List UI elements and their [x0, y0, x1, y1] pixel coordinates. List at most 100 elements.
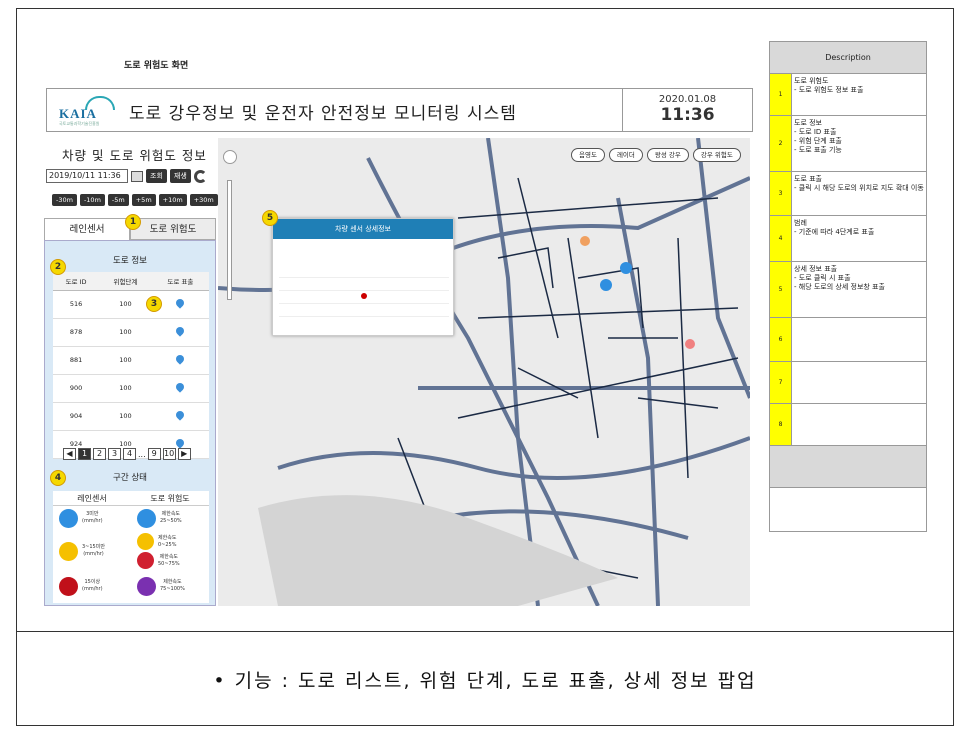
tab-road-risk[interactable]: 도로 위험도	[130, 218, 216, 240]
description-text: 도로 위험도 - 도로 위험도 정보 표출	[791, 73, 927, 116]
map-pin-icon[interactable]	[174, 297, 187, 309]
zoom-control[interactable]	[223, 150, 237, 300]
risk-level: 100	[99, 346, 152, 375]
description-num: 7	[769, 361, 792, 404]
map-roads	[218, 138, 750, 606]
description-text: 도로 정보 - 도로 ID 표출 - 위험 단계 표출 - 도로 표출 기능	[791, 115, 927, 172]
table-row[interactable]: 881 100	[53, 346, 209, 375]
road-info-title: 도로 정보	[113, 256, 147, 266]
road-id: 904	[53, 402, 100, 431]
map-button-radar[interactable]: 레이더	[608, 148, 643, 162]
risk-level: 100	[99, 374, 152, 403]
page-button[interactable]: 4	[123, 448, 136, 460]
map-pin-icon[interactable]	[174, 409, 187, 421]
left-panel: 차량 및 도로 위험도 정보 2019/10/11 11:36 조회 재생 -3…	[43, 138, 218, 606]
risk-color-dot	[137, 533, 154, 550]
page-button[interactable]: 3	[108, 448, 121, 460]
table-row[interactable]: 904 100	[53, 402, 209, 431]
legend-header-risk: 도로 위험도	[150, 494, 190, 503]
risk-label: 제한속도 25~50%	[160, 511, 182, 524]
description-text: 도로 표출 - 클릭 시 해당 도로의 위치로 지도 확대 이동	[791, 171, 927, 216]
map-pin-icon[interactable]	[174, 325, 187, 337]
feature-summary: • 기능 : 도로 리스트, 위험 단계, 도로 표출, 상세 정보 팝업	[213, 669, 757, 692]
table-row[interactable]: 900 100	[53, 374, 209, 403]
table-row[interactable]: 878 100	[53, 318, 209, 347]
map-button-rain[interactable]: 왕성 강우	[646, 148, 689, 162]
description-num: 6	[769, 317, 792, 362]
description-text	[791, 317, 927, 362]
legend: 레인센서 도로 위험도 3미만 (mm/hr) 제한속도 25~50% 3~15미…	[53, 491, 209, 603]
zoom-slider[interactable]	[227, 180, 232, 300]
legend-header-rain: 레인센서	[77, 494, 107, 503]
pagination: ◀ 1 2 3 4... 9 10 ▶	[63, 448, 191, 460]
risk-label: 제한속도 50~75%	[158, 553, 180, 567]
rain-label: 15이상 (mm/hr)	[82, 579, 103, 592]
page-button[interactable]: 10	[162, 448, 176, 460]
offset-button[interactable]: +5m	[131, 194, 156, 206]
col-risk-level: 위험단계	[99, 272, 152, 291]
badge-2: 2	[50, 259, 66, 275]
page-button[interactable]: 9	[147, 448, 161, 460]
datetime-input[interactable]: 2019/10/11 11:36	[46, 169, 128, 183]
description-num: 8	[769, 403, 792, 446]
rain-color-dot	[59, 576, 78, 596]
description-num: 3	[769, 171, 792, 216]
map-button-rain-risk[interactable]: 강우 위험도	[692, 148, 741, 162]
page-button[interactable]: 2	[93, 448, 106, 460]
risk-label: 제한속도 75~100%	[160, 579, 185, 592]
road-map[interactable]: 음영도 레이더 왕성 강우 강우 위험도	[218, 138, 750, 606]
rain-color-dot	[59, 508, 78, 528]
popup-title: 차량 센서 상세정보	[273, 219, 453, 239]
popup-info	[273, 239, 453, 264]
map-pin-icon[interactable]	[174, 381, 187, 393]
app-header: KAIA 국토교통과학기술진흥원 도로 강우정보 및 운전자 안전정보 모니터링…	[46, 88, 753, 132]
description-num: 5	[769, 261, 792, 318]
time-offset-buttons: -30m -10m -5m +5m +10m +30m	[52, 194, 218, 206]
risk-level: 100	[99, 402, 152, 431]
offset-button[interactable]: -10m	[79, 194, 105, 206]
clock-date: 2020.01.08	[658, 94, 717, 105]
table-row[interactable]: 516 100	[53, 290, 209, 319]
risk-color-dot	[137, 508, 156, 528]
offset-button[interactable]: +30m	[189, 194, 218, 206]
system-title: 도로 강우정보 및 운전자 안전정보 모니터링 시스템	[129, 104, 517, 124]
map-button-shade[interactable]: 음영도	[571, 148, 605, 162]
description-header: Description	[769, 41, 927, 74]
description-row: 3 도로 표출 - 클릭 시 해당 도로의 위치로 지도 확대 이동	[769, 171, 927, 216]
map-pin-icon[interactable]	[174, 353, 187, 365]
next-page-icon[interactable]: ▶	[177, 448, 191, 460]
description-row: 8	[769, 403, 927, 446]
prev-page-icon[interactable]: ◀	[63, 448, 76, 460]
section-status-title: 구간 상태	[113, 473, 147, 483]
panel-title: 차량 및 도로 위험도 정보	[62, 148, 207, 163]
road-id: 878	[53, 318, 100, 347]
query-button[interactable]: 조회	[146, 169, 167, 183]
offset-button[interactable]: -30m	[52, 194, 77, 206]
badge-3: 3	[146, 296, 162, 312]
offset-button[interactable]: +10m	[158, 194, 187, 206]
rain-label: 3미만 (mm/hr)	[82, 511, 103, 524]
road-table: 도로 ID 위험단계 도로 표출 516 100 878 100 881 100 900 10…	[53, 272, 209, 459]
pan-icon[interactable]	[223, 150, 237, 164]
risk-color-dot	[137, 552, 154, 569]
clock: 2020.01.08 11:36	[622, 89, 752, 131]
road-id: 516	[53, 290, 100, 319]
badge-5: 5	[262, 210, 278, 226]
play-button[interactable]: 재생	[169, 169, 191, 183]
description-text	[791, 361, 927, 404]
detail-popup[interactable]: 차량 센서 상세정보	[272, 218, 454, 336]
tab-rain-sensor[interactable]: 레인센서	[44, 218, 130, 240]
page-button[interactable]: 1	[78, 448, 91, 460]
offset-button[interactable]: -5m	[107, 194, 129, 206]
popup-table	[279, 264, 449, 317]
description-row: 4 범례 - 기준에 따라 4단계로 표출	[769, 215, 927, 262]
refresh-icon[interactable]	[193, 169, 207, 183]
col-road-display: 도로 표출	[151, 272, 209, 291]
map-pin-icon[interactable]	[174, 437, 187, 449]
calendar-icon[interactable]	[131, 170, 143, 182]
badge-1: 1	[125, 214, 141, 230]
description-table: Description 1 도로 위험도 - 도로 위험도 정보 표출 2 도로 정보…	[769, 41, 927, 532]
badge-4: 4	[50, 470, 66, 486]
description-num: 2	[769, 115, 792, 172]
risk-level: 100	[99, 318, 152, 347]
